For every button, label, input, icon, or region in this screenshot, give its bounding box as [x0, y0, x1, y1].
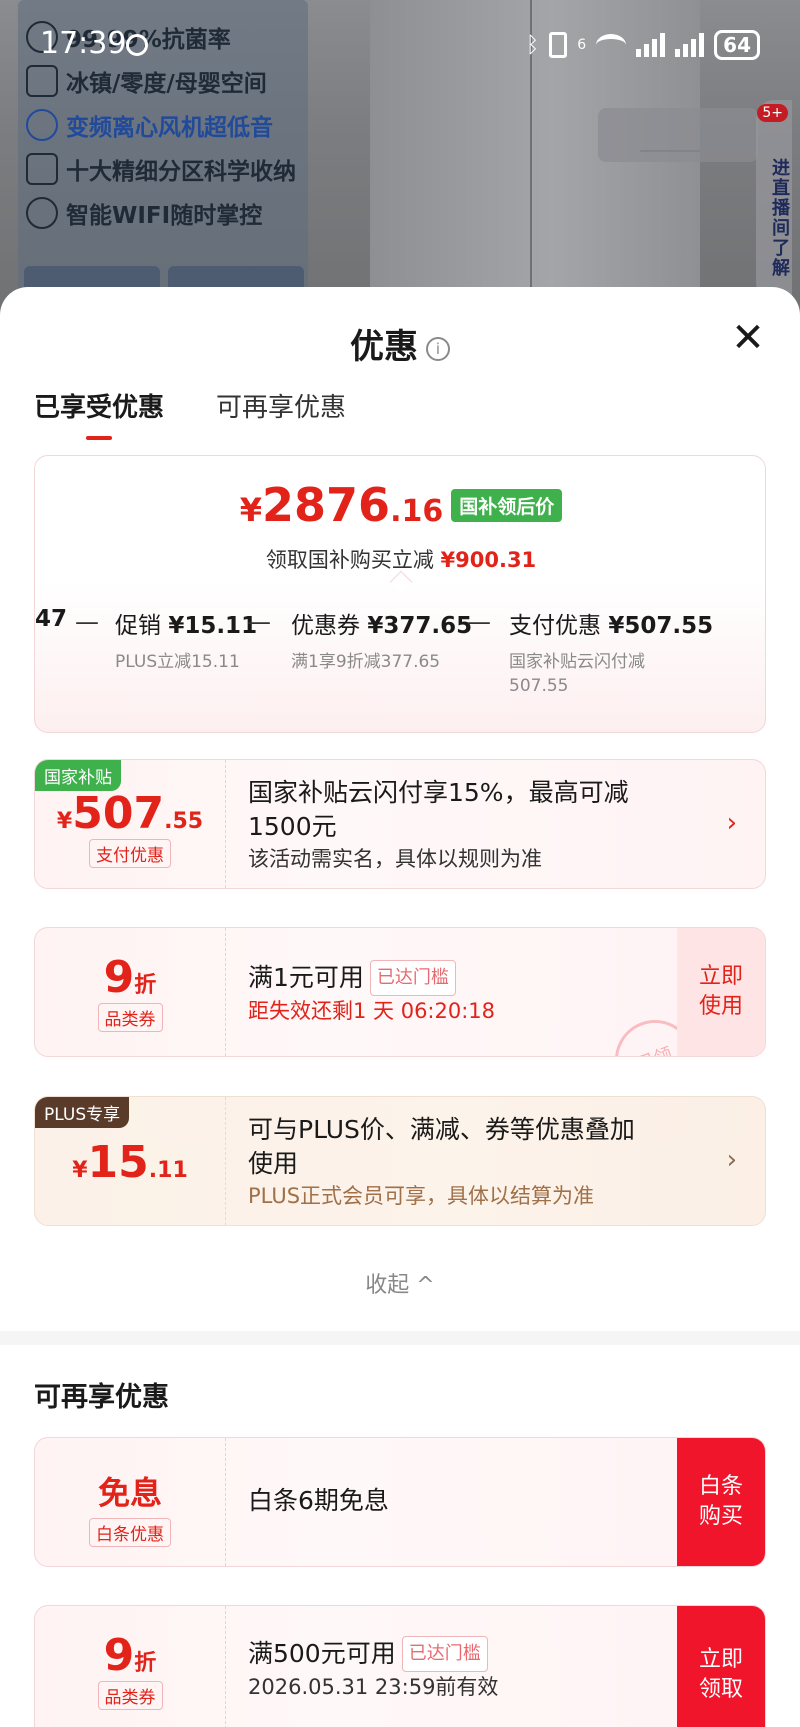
sheet-title: 优惠 i — [0, 319, 800, 368]
signal-icon — [675, 33, 705, 57]
coupon-amount-block: 9折 品类券 — [35, 1606, 225, 1727]
coupon-type-tag: 支付优惠 — [89, 839, 171, 868]
status-bar: 17:39 ᛒ 6 64 — [0, 0, 800, 92]
baitiao-coupon-card: 免息 白条优惠 白条6期免息 白条 购买 — [34, 1437, 766, 1567]
chevron-right-icon[interactable]: › — [727, 1145, 737, 1175]
category-coupon-card: 9折 品类券 满500元可用 已达门槛 2026.05.31 23:59前有效 立… — [34, 1605, 766, 1727]
wifi-icon — [596, 34, 627, 56]
subsidy-price-tag: 国补领后价 — [451, 489, 563, 522]
info-icon[interactable]: i — [426, 336, 450, 361]
section-divider — [0, 1331, 800, 1345]
tab-bar: 已享受优惠 可再享优惠 — [34, 387, 346, 440]
plus-coupon-card[interactable]: PLUS专享 ¥15.11 可与PLUS价、满减、券等优惠叠加 使用 PLUS正… — [34, 1096, 766, 1226]
coupon-amount-block: ¥507.55 支付优惠 — [56, 788, 204, 868]
chevron-right-icon[interactable]: › — [727, 808, 737, 838]
status-icons: ᛒ 6 64 — [526, 30, 760, 60]
signal-icon — [636, 33, 666, 57]
feature-item: 智能WIFI随时掌控 — [26, 196, 262, 230]
bg-action-button — [598, 108, 758, 162]
storage-icon — [26, 153, 58, 185]
feature-item: 十大精细分区科学收纳 — [26, 152, 296, 186]
bluetooth-icon: ᛒ — [526, 32, 540, 58]
baitiao-buy-button[interactable]: 白条 购买 — [677, 1438, 765, 1566]
coupon-type-tag: 品类券 — [97, 1003, 163, 1032]
more-section-title: 可再享优惠 — [34, 1382, 169, 1413]
coupon-amount-block: 免息 白条优惠 — [35, 1438, 225, 1566]
live-badge: 5+ — [757, 104, 788, 122]
minus-sign: — — [75, 608, 99, 636]
status-time: 17:39 — [40, 26, 127, 61]
final-price: ¥2876.16 国补领后价 — [35, 478, 765, 532]
coupon-type-tag: 白条优惠 — [89, 1518, 171, 1547]
price-summary-card: ¥2876.16 国补领后价 领取国补购买立减 ¥900.31 47 — 促销 ¥… — [34, 455, 766, 733]
subsidy-coupon-card[interactable]: 国家补贴 ¥507.55 支付优惠 国家补贴云闪付享15%，最高可减 1500元… — [34, 759, 766, 889]
claim-now-button[interactable]: 立即 领取 — [677, 1606, 765, 1727]
feature-item: 变频离心风机超低音 — [26, 108, 273, 142]
close-icon[interactable]: ✕ — [730, 318, 766, 358]
discount-breakdown[interactable]: 47 — 促销 ¥15.11 PLUS立减15.11 — 优惠券 ¥377.65… — [35, 606, 765, 706]
minus-sign: — — [467, 608, 491, 636]
cloud-icon — [26, 197, 58, 229]
use-now-button[interactable]: 立即 使用 — [677, 928, 765, 1056]
tab-more[interactable]: 可再享优惠 — [216, 387, 346, 440]
category-coupon-card: 9折 品类券 满1元可用已达门槛 距失效还剩1 天 06:20:18 已领 立即… — [34, 927, 766, 1057]
tab-enjoyed[interactable]: 已享受优惠 — [34, 387, 164, 440]
coupon-type-tag: 品类券 — [97, 1681, 163, 1710]
vibrate-icon — [549, 32, 568, 58]
alarm-icon — [126, 34, 148, 56]
breakdown-item: 支付优惠 ¥507.55 国家补贴云闪付减 507.55 — [509, 613, 714, 696]
breakdown-item: 促销 ¥15.11 PLUS立减15.11 — [115, 613, 258, 672]
threshold-tag: 已达门槛 — [401, 1636, 488, 1672]
battery-icon: 64 — [714, 30, 760, 60]
threshold-tag: 已达门槛 — [369, 960, 456, 996]
collapse-button[interactable]: 收起 ^ — [0, 1267, 800, 1299]
breakdown-item: 优惠券 ¥377.65 满1享9折减377.65 — [291, 613, 473, 672]
notch — [389, 570, 413, 594]
minus-sign: — — [247, 608, 271, 636]
live-room-float[interactable]: 进直播间了解 — [756, 100, 792, 300]
coupon-amount-block: ¥15.11 — [72, 1137, 188, 1188]
network-label: 6 — [577, 37, 587, 53]
fan-icon — [26, 109, 58, 141]
breakdown-item: 47 — [35, 606, 68, 632]
discount-sheet: 优惠 i ✕ 已享受优惠 可再享优惠 ¥2876.16 国补领后价 领取国补购买立减… — [0, 287, 800, 1727]
coupon-amount-block: 9折 品类券 — [35, 928, 225, 1056]
